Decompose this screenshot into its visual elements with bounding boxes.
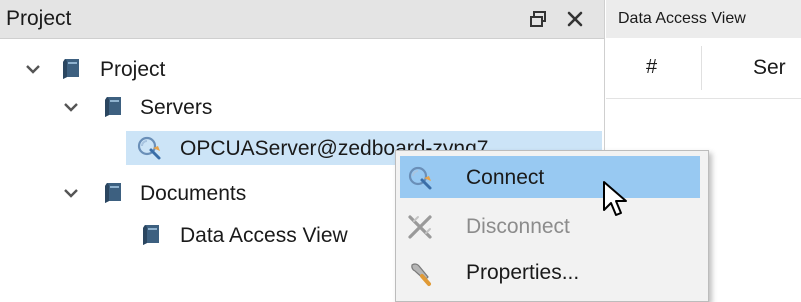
menu-item-label: Disconnect bbox=[466, 215, 570, 238]
tree-item-project[interactable]: Project bbox=[0, 52, 604, 86]
menu-item-label: Properties... bbox=[466, 261, 580, 284]
tree-item-label: Project bbox=[100, 58, 166, 81]
tree-item-label: Documents bbox=[140, 182, 247, 205]
tab-label: Data Access View bbox=[618, 10, 746, 27]
book-icon bbox=[143, 225, 159, 245]
tree-item-label: Servers bbox=[140, 96, 213, 119]
project-panel-title: Project bbox=[6, 7, 72, 30]
book-icon bbox=[105, 97, 121, 117]
column-header-number[interactable]: # bbox=[646, 56, 657, 79]
column-divider[interactable] bbox=[701, 46, 702, 90]
tree-item-label: Data Access View bbox=[180, 224, 348, 247]
server-connection-icon bbox=[137, 136, 161, 160]
chevron-down-icon[interactable] bbox=[62, 184, 80, 202]
menu-item-connect[interactable]: Connect bbox=[400, 156, 700, 198]
context-menu: Connect Disconnect Properties... bbox=[395, 150, 709, 302]
chevron-down-icon[interactable] bbox=[24, 60, 42, 78]
float-window-button[interactable] bbox=[526, 7, 550, 31]
chevron-down-icon[interactable] bbox=[62, 98, 80, 116]
menu-item-disconnect[interactable]: Disconnect bbox=[400, 205, 700, 247]
menu-item-label: Connect bbox=[466, 166, 545, 189]
connect-icon bbox=[408, 166, 432, 190]
column-header-server[interactable]: Ser bbox=[753, 56, 786, 80]
menu-item-properties[interactable]: Properties... bbox=[400, 251, 700, 293]
close-icon bbox=[567, 11, 583, 27]
book-icon bbox=[63, 59, 79, 79]
tree-item-servers[interactable]: Servers bbox=[0, 90, 604, 124]
tab-data-access-view[interactable]: Data Access View bbox=[606, 0, 801, 39]
float-window-icon bbox=[530, 11, 546, 27]
close-panel-button[interactable] bbox=[563, 7, 587, 31]
project-panel-header: Project bbox=[0, 0, 604, 39]
disconnect-icon bbox=[408, 215, 432, 239]
book-icon bbox=[105, 183, 121, 203]
table-header: # Ser bbox=[606, 38, 801, 99]
wrench-icon bbox=[411, 263, 431, 286]
mouse-pointer-icon bbox=[603, 181, 627, 216]
